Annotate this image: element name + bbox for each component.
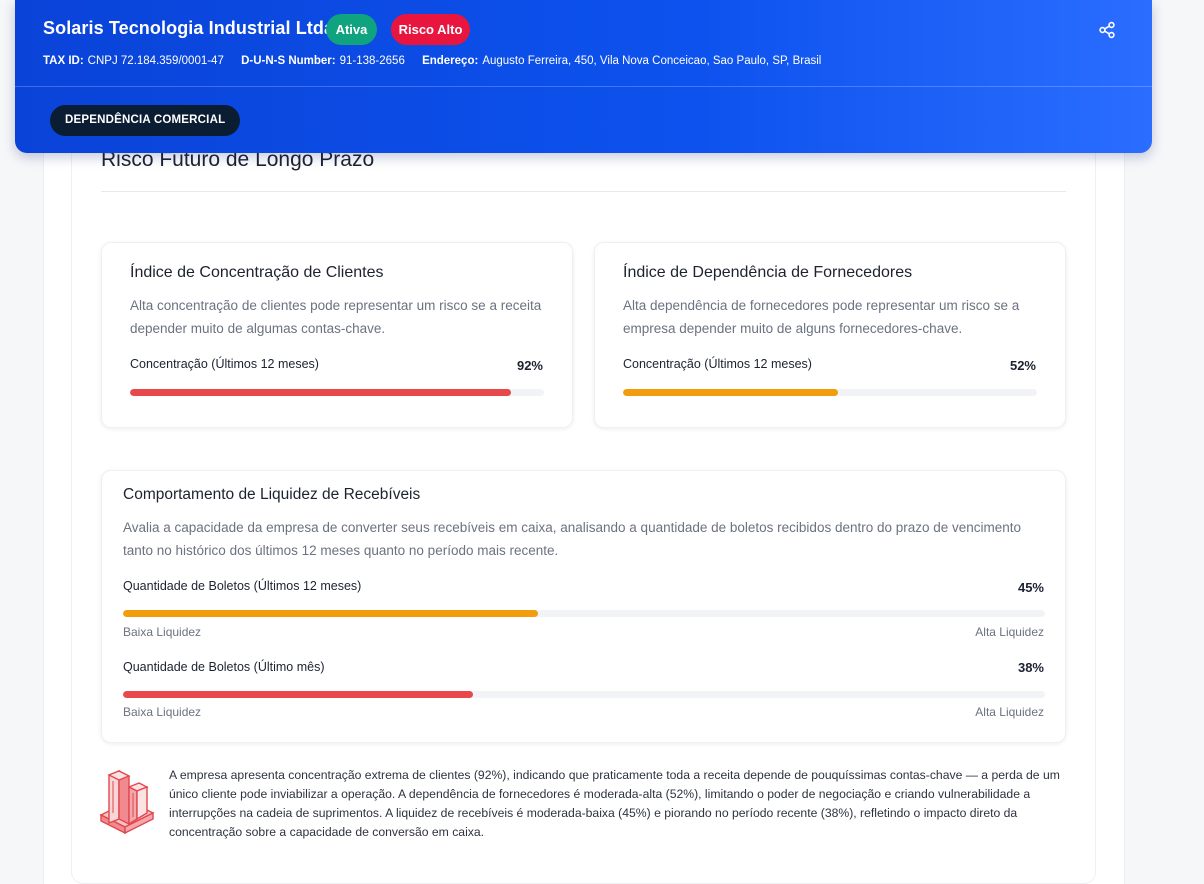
card-title: Comportamento de Liquidez de Recebíveis [123, 486, 421, 503]
address-value: Augusto Ferreira, 450, Vila Nova Conceic… [482, 55, 822, 67]
card-title: Índice de Concentração de Clientes [130, 264, 384, 281]
progress-track [123, 610, 1045, 617]
progress-track [130, 389, 544, 396]
card-description: Avalia a capacidade da empresa de conver… [123, 520, 1022, 558]
card-description: Alta concentração de clientes pode repre… [130, 298, 542, 336]
duns-label: D-U-N-S Number: [241, 55, 336, 67]
risk-summary-text: A empresa apresenta concentração extrema… [169, 768, 1060, 839]
tax-id-label: TAX ID: [43, 55, 84, 67]
progress-fill [130, 389, 511, 396]
section-divider [101, 191, 1066, 192]
tab-dependencia-comercial[interactable]: DEPENDÊNCIA COMERCIAL [50, 105, 241, 136]
progress-track [123, 691, 1045, 698]
building-risk-icon [99, 767, 155, 837]
bar-value: 52% [1009, 358, 1036, 373]
scale-low-label: Baixa Liquidez [123, 705, 202, 719]
progress-fill [123, 691, 474, 698]
header-divider [15, 86, 1152, 87]
receivables-liquidity-card: Comportamento de Liquidez de Recebíveis … [101, 470, 1066, 743]
bar-value: 38% [1017, 660, 1044, 675]
risk-badge: Risco Alto [391, 14, 470, 45]
scale-high-label: Alta Liquidez [975, 705, 1044, 719]
bar-label: Quantidade de Boletos (Último mês) [123, 660, 325, 674]
progress-track [623, 389, 1037, 396]
bar-value: 45% [1017, 580, 1044, 595]
scale-high-label: Alta Liquidez [975, 625, 1044, 639]
bar-label: Concentração (Últimos 12 meses) [130, 357, 319, 371]
card-title: Índice de Dependência de Fornecedores [623, 264, 913, 281]
progress-fill [123, 610, 538, 617]
company-header: Solaris Tecnologia Industrial Ltda Ativa… [15, 0, 1152, 153]
company-meta: TAX ID: CNPJ 72.184.359/0001-47 D-U-N-S N… [43, 55, 821, 67]
client-concentration-card: Índice de Concentração de Clientes Alta … [101, 242, 573, 428]
status-badge: Ativa [326, 14, 377, 45]
card-description: Alta dependência de fornecedores pode re… [623, 298, 1020, 336]
bar-label: Concentração (Últimos 12 meses) [623, 357, 812, 371]
bar-label: Quantidade de Boletos (Últimos 12 meses) [123, 579, 362, 593]
company-name: Solaris Tecnologia Industrial Ltda [43, 18, 335, 38]
address-label: Endereço: [422, 55, 479, 67]
scale-low-label: Baixa Liquidez [123, 625, 202, 639]
bar-value: 92% [516, 358, 543, 373]
share-button[interactable] [1097, 20, 1117, 40]
share-icon [1099, 21, 1115, 39]
duns-value: 91-138-2656 [339, 55, 405, 67]
tax-id-value: CNPJ 72.184.359/0001-47 [87, 55, 224, 67]
progress-fill [623, 389, 839, 396]
supplier-dependency-card: Índice de Dependência de Fornecedores Al… [594, 242, 1066, 428]
